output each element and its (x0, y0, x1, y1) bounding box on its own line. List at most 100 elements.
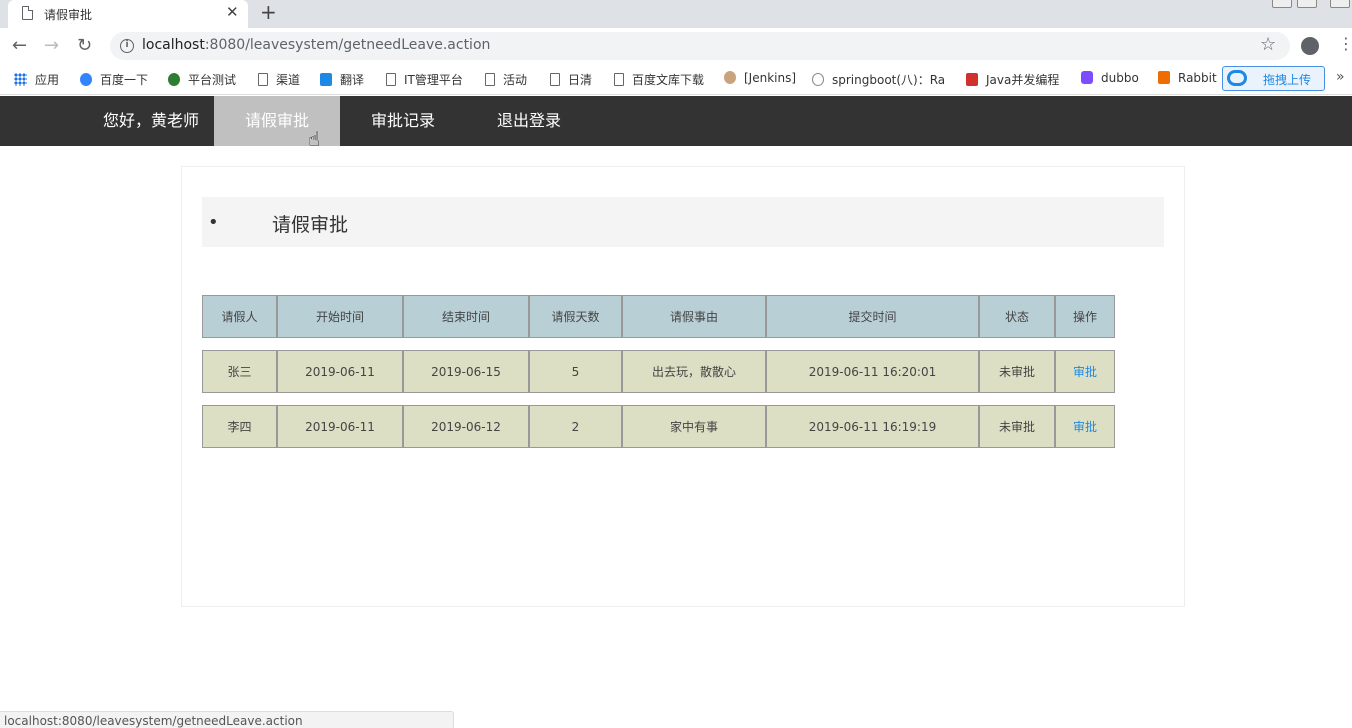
hand-cursor-icon: ☝ (308, 127, 321, 151)
new-tab-button[interactable]: + (260, 0, 277, 24)
bookmark-item[interactable]: springboot(八)：Ra (812, 71, 945, 88)
bookmark-item[interactable]: 百度文库下载 (614, 71, 704, 88)
status-url: localhost:8080/leavesystem/getneedLeave.… (4, 714, 303, 728)
table-cell: 2019-06-12 (403, 405, 529, 448)
bookmark-label: [Jenkins] (744, 71, 797, 85)
bookmark-item[interactable]: 渠道 (258, 71, 300, 88)
table-cell: 2019-06-11 16:20:01 (766, 350, 979, 393)
nav-item-leave-approval[interactable]: 请假审批 (214, 96, 340, 146)
bookmark-item[interactable]: 百度一下 (80, 71, 148, 88)
main-panel: • 请假审批 请假人 开始时间 结束时间 请假天数 请假事由 提交时间 状态 操… (181, 166, 1185, 607)
column-header: 提交时间 (766, 295, 979, 338)
table-cell: 家中有事 (622, 405, 766, 448)
approve-link[interactable]: 审批 (1073, 365, 1097, 379)
bookmark-label: dubbo (1101, 71, 1139, 85)
apps-grid-icon (14, 73, 27, 86)
bookmark-label: 应用 (35, 73, 60, 87)
table-row: 李四 2019-06-11 2019-06-12 2 家中有事 2019-06-… (202, 405, 1115, 448)
browser-tab[interactable]: 请假审批 ✕ (8, 0, 248, 28)
bookmark-item[interactable]: IT管理平台 (386, 71, 463, 88)
browser-toolbar: ← → ↻ i localhost:8080/leavesystem/getne… (0, 28, 1352, 64)
upload-label: 拖拽上传 (1263, 73, 1312, 87)
bookmark-label: 日清 (568, 73, 593, 87)
bookmark-item[interactable]: [Jenkins] (724, 71, 796, 85)
table-cell: 张三 (202, 350, 277, 393)
nav-item-approval-records[interactable]: 审批记录 (340, 96, 466, 146)
page-icon (485, 73, 495, 86)
status-bar: localhost:8080/leavesystem/getneedLeave.… (0, 711, 454, 728)
table-cell: 2019-06-11 16:19:19 (766, 405, 979, 448)
upload-button[interactable]: 拖拽上传 (1222, 66, 1325, 91)
bookmark-label: 活动 (503, 73, 528, 87)
table-cell: 出去玩，散散心 (622, 350, 766, 393)
reload-icon[interactable]: ↻ (77, 35, 92, 56)
url-host: localhost (142, 37, 205, 53)
bookmark-item[interactable]: 活动 (485, 71, 527, 88)
bookmark-item[interactable]: Rabbit (1158, 71, 1217, 85)
action-cell: 审批 (1055, 350, 1115, 393)
page-icon (550, 73, 560, 86)
jenkins-icon (724, 71, 736, 84)
bullet-icon: • (208, 212, 219, 233)
bookmark-label: Rabbit (1178, 71, 1217, 85)
column-header: 请假天数 (529, 295, 622, 338)
bookmark-label: 渠道 (276, 73, 301, 87)
status-cell: 未审批 (979, 350, 1055, 393)
table-cell: 李四 (202, 405, 277, 448)
more-menu-icon[interactable]: ⋮ (1338, 34, 1352, 53)
column-header: 操作 (1055, 295, 1115, 338)
bookmark-star-icon[interactable]: ☆ (1260, 34, 1276, 55)
dubbo-icon (1081, 71, 1093, 84)
platform-icon (168, 73, 180, 86)
baidu-icon (80, 73, 92, 86)
table-cell: 5 (529, 350, 622, 393)
column-header: 状态 (979, 295, 1055, 338)
greeting: 您好，黄老师 (102, 111, 199, 130)
close-icon[interactable]: ✕ (226, 3, 239, 21)
page-icon (22, 6, 33, 20)
section-header: • 请假审批 (202, 197, 1164, 247)
back-arrow-icon[interactable]: ← (12, 35, 27, 56)
action-cell: 审批 (1055, 405, 1115, 448)
window-close-button[interactable] (1330, 0, 1350, 8)
bookmark-item[interactable]: dubbo (1081, 71, 1139, 85)
forward-arrow-icon[interactable]: → (44, 35, 59, 56)
maximize-button[interactable] (1297, 0, 1317, 8)
app-navbar: 您好，黄老师 请假审批 审批记录 退出登录 (0, 96, 1352, 146)
minimize-button[interactable] (1272, 0, 1292, 8)
tab-title: 请假审批 (44, 8, 93, 22)
status-cell: 未审批 (979, 405, 1055, 448)
bookmark-label: 百度文库下载 (632, 73, 705, 87)
bookmark-label: Java并发编程 (986, 73, 1060, 87)
column-header: 请假人 (202, 295, 277, 338)
bookmark-item[interactable]: 日清 (550, 71, 592, 88)
table-row: 张三 2019-06-11 2019-06-15 5 出去玩，散散心 2019-… (202, 350, 1115, 393)
bookmark-item[interactable]: Java并发编程 (966, 71, 1059, 88)
address-bar[interactable]: i localhost:8080/leavesystem/getneedLeav… (110, 32, 1290, 60)
page-icon (258, 73, 268, 86)
rabbitmq-icon (1158, 71, 1170, 84)
bookmark-item[interactable]: 平台测试 (168, 71, 236, 88)
table-cell: 2 (529, 405, 622, 448)
url-text: localhost:8080/leavesystem/getneedLeave.… (142, 37, 490, 53)
info-icon[interactable]: i (120, 39, 134, 53)
table-cell: 2019-06-15 (403, 350, 529, 393)
bookmark-label: 翻译 (340, 73, 365, 87)
column-header: 请假事由 (622, 295, 766, 338)
bookmark-item[interactable]: 翻译 (320, 71, 364, 88)
approve-link[interactable]: 审批 (1073, 420, 1097, 434)
chevron-double-right-icon[interactable]: » (1336, 69, 1345, 85)
table-header-row: 请假人 开始时间 结束时间 请假天数 请假事由 提交时间 状态 操作 (202, 295, 1115, 338)
url-path: :8080/leavesystem/getneedLeave.action (204, 37, 491, 53)
account-icon[interactable] (1301, 37, 1319, 55)
nav-item-logout[interactable]: 退出登录 (466, 96, 592, 146)
csdn-icon (966, 73, 978, 86)
translate-icon (320, 73, 332, 86)
leave-table: 请假人 开始时间 结束时间 请假天数 请假事由 提交时间 状态 操作 张三 20… (202, 283, 1115, 460)
bookmark-label: IT管理平台 (404, 73, 463, 87)
section-title: 请假审批 (272, 214, 349, 236)
page-icon (386, 73, 396, 86)
bookmark-item[interactable]: 应用 (14, 71, 59, 88)
browser-chrome: 请假审批 ✕ + ← → ↻ i localhost:8080/leavesys… (0, 0, 1352, 96)
tab-strip: 请假审批 ✕ + (0, 0, 1352, 28)
